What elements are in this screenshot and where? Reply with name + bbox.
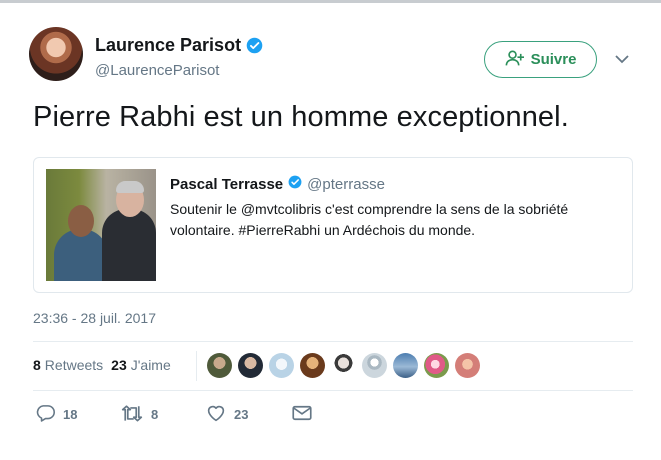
liker-avatar[interactable]	[424, 353, 449, 378]
reply-icon	[36, 404, 55, 425]
follow-button[interactable]: Suivre	[484, 41, 597, 78]
follow-user-icon	[505, 49, 525, 71]
likes-stat[interactable]: 23 J'aime	[111, 357, 171, 373]
retweets-stat[interactable]: 8 Retweets	[33, 357, 103, 373]
divider	[33, 390, 633, 391]
quoted-tweet-header: Pascal Terrasse @pterrasse	[170, 175, 385, 193]
quoted-author-name: Pascal Terrasse	[170, 175, 284, 193]
tweet-timestamp[interactable]: 23:36 - 28 juil. 2017	[33, 310, 156, 326]
quoted-verified-icon	[288, 175, 302, 193]
retweet-icon	[121, 404, 143, 425]
dm-action[interactable]	[292, 405, 312, 424]
heart-icon	[206, 404, 226, 425]
liker-avatar[interactable]	[269, 353, 294, 378]
retweets-label: Retweets	[44, 357, 104, 373]
quoted-author-handle: @pterrasse	[307, 175, 385, 193]
follow-label: Suivre	[530, 51, 577, 68]
reply-action[interactable]: 18	[36, 404, 121, 425]
liker-avatar[interactable]	[362, 353, 387, 378]
author-avatar[interactable]	[29, 27, 83, 81]
retweet-action[interactable]: 8	[121, 404, 206, 425]
liker-avatar[interactable]	[238, 353, 263, 378]
tweet-stats: 8 Retweets 23 J'aime	[33, 357, 171, 373]
likes-label: J'aime	[130, 357, 171, 373]
retweet-count: 8	[151, 407, 159, 422]
quoted-tweet-photo[interactable]	[46, 169, 156, 281]
retweets-count: 8	[33, 357, 41, 373]
stats-separator	[196, 351, 197, 381]
tweet-actions: 18 8 23	[36, 404, 312, 425]
like-action[interactable]: 23	[206, 404, 292, 425]
verified-icon	[246, 37, 263, 54]
divider	[33, 341, 633, 342]
dm-icon	[292, 405, 312, 424]
author-name-row: Laurence Parisot	[95, 35, 263, 56]
likes-count: 23	[111, 357, 127, 373]
author-handle[interactable]: @LaurenceParisot	[95, 62, 219, 79]
likers-avatars	[207, 353, 480, 378]
quoted-tweet[interactable]: Pascal Terrasse @pterrasse Soutenir le @…	[33, 157, 633, 293]
reply-count: 18	[63, 407, 78, 422]
window-top-border	[0, 0, 661, 3]
liker-avatar[interactable]	[455, 353, 480, 378]
liker-avatar[interactable]	[331, 353, 356, 378]
liker-avatar[interactable]	[393, 353, 418, 378]
author-name[interactable]: Laurence Parisot	[95, 35, 241, 56]
like-count: 23	[234, 407, 249, 422]
liker-avatar[interactable]	[207, 353, 232, 378]
liker-avatar[interactable]	[300, 353, 325, 378]
chevron-down-icon[interactable]	[614, 52, 630, 70]
quoted-tweet-text: Soutenir le @mvtcolibris c'est comprendr…	[170, 201, 569, 238]
tweet-text: Pierre Rabhi est un homme exceptionnel.	[33, 101, 569, 133]
